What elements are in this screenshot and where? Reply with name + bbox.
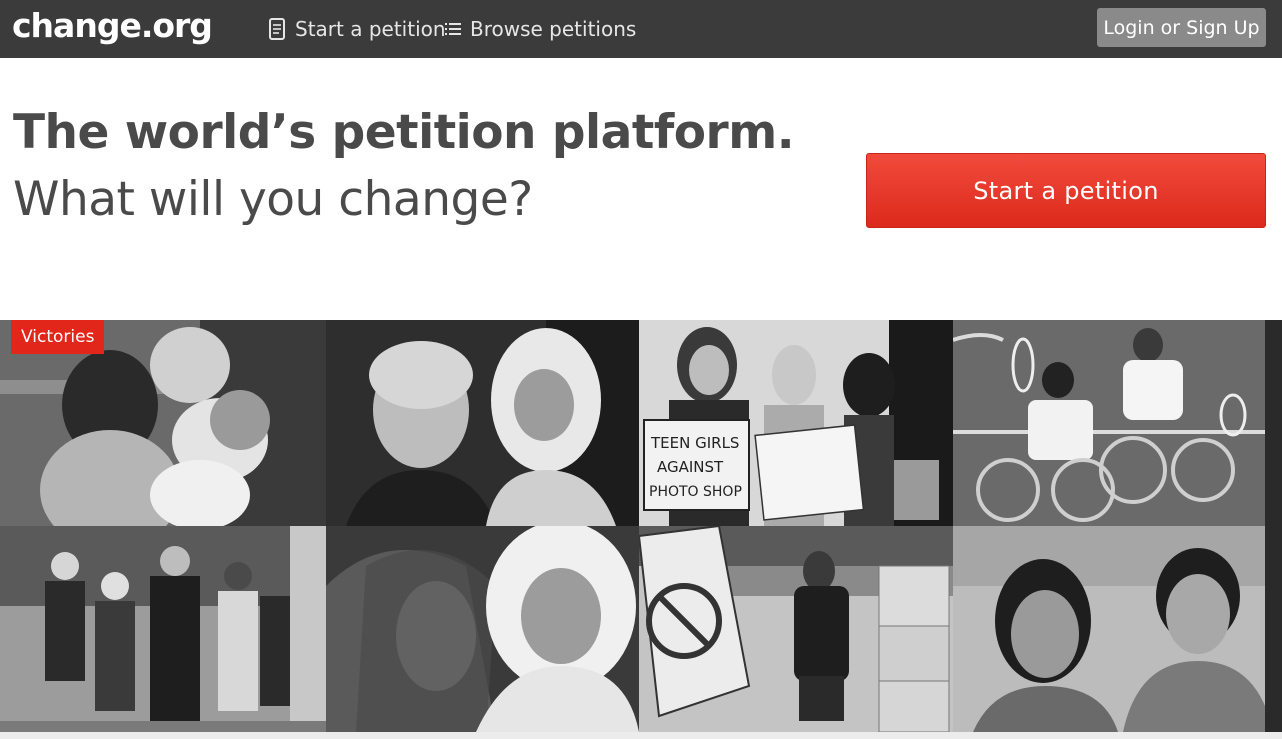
photo-gallery: TEEN GIRLS AGAINST PHOTO SHOP Victories bbox=[0, 320, 1282, 732]
list-icon bbox=[445, 21, 461, 37]
victories-badge: Victories bbox=[11, 320, 105, 354]
teen-girls-against-photoshop-photo[interactable]: TEEN GIRLS AGAINST PHOTO SHOP bbox=[639, 320, 953, 526]
nav-browse-petitions-label: Browse petitions bbox=[470, 17, 637, 41]
wheelchair-tennis-photo[interactable] bbox=[953, 320, 1282, 526]
nav-start-petition-label: Start a petition bbox=[295, 17, 446, 41]
two-women-photo[interactable] bbox=[953, 526, 1282, 732]
nav-start-petition[interactable]: Start a petition bbox=[268, 16, 446, 42]
headscarf-girls-photo[interactable] bbox=[326, 526, 639, 732]
diplomats-photo[interactable] bbox=[326, 320, 639, 526]
bully-sign-photo[interactable] bbox=[639, 526, 953, 732]
top-navigation-bar: change.org Start a petition Browse petit… bbox=[0, 0, 1282, 58]
marchers-photo[interactable] bbox=[0, 526, 326, 732]
page-headline: The world’s petition platform. bbox=[13, 105, 795, 160]
start-petition-button[interactable]: Start a petition bbox=[866, 153, 1266, 228]
sign-line-1: TEEN GIRLS bbox=[650, 434, 739, 452]
sign-line-2: AGAINST bbox=[657, 458, 724, 476]
login-signup-button[interactable]: Login or Sign Up bbox=[1097, 8, 1266, 47]
page-subheadline: What will you change? bbox=[13, 172, 533, 227]
nav-browse-petitions[interactable]: Browse petitions bbox=[445, 16, 636, 42]
sign-line-3: PHOTO SHOP bbox=[649, 484, 742, 500]
bottom-divider bbox=[0, 732, 1282, 739]
change-org-logo[interactable]: change.org bbox=[12, 6, 213, 45]
document-icon bbox=[268, 18, 286, 40]
